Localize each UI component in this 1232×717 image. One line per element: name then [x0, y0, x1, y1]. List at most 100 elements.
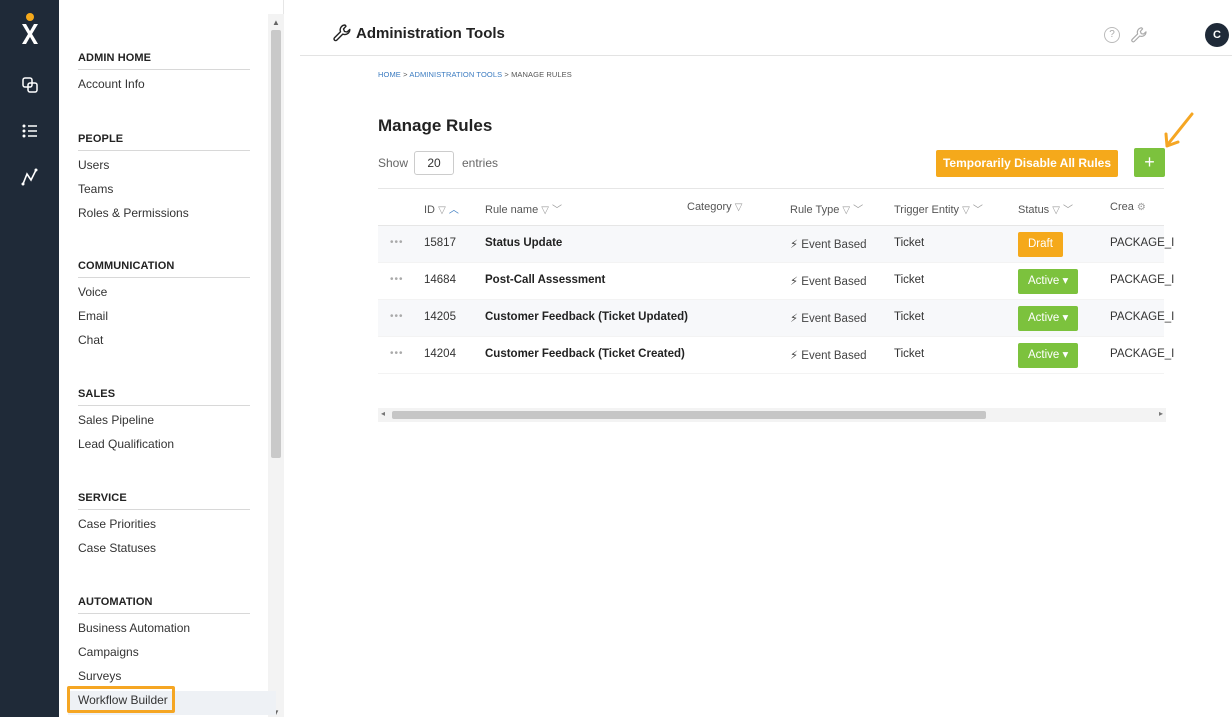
breadcrumb: HOME > ADMINISTRATION TOOLS > MANAGE RUL… [378, 70, 572, 79]
cell-rule-name[interactable]: Customer Feedback (Ticket Updated) [485, 311, 688, 323]
filter-icon[interactable]: ▽ [842, 205, 850, 216]
cell-rule-name[interactable]: Post-Call Assessment [485, 274, 605, 286]
column-label: Category [687, 201, 732, 213]
table-row[interactable]: ••• 14204 Customer Feedback (Ticket Crea… [378, 337, 1174, 374]
annotation-arrow-icon [1164, 112, 1194, 148]
section-header: PEOPLE [78, 131, 250, 151]
scroll-right-icon[interactable]: ▸ [1159, 409, 1163, 418]
cell-id: 14684 [424, 274, 456, 286]
sidebar-item-sales-pipeline[interactable]: Sales Pipeline [78, 411, 250, 435]
sidebar-scroll-thumb[interactable] [271, 30, 281, 458]
row-actions-icon[interactable]: ••• [390, 237, 404, 248]
column-header-rule-type[interactable]: Rule Type ▽ ﹀ [790, 201, 863, 216]
status-dropdown-active[interactable]: Active ▾ [1018, 306, 1079, 331]
scroll-left-icon[interactable]: ◂ [381, 409, 385, 418]
filter-icon[interactable]: ▽ [962, 205, 970, 216]
add-rule-button[interactable]: + [1134, 148, 1165, 177]
status-dropdown-active[interactable]: Active ▾ [1018, 269, 1079, 294]
status-badge-draft[interactable]: Draft [1018, 232, 1063, 257]
lightning-icon: ⚡︎ [790, 350, 799, 362]
column-header-category[interactable]: Category ▽ [687, 201, 742, 213]
sort-icon[interactable]: ﹀ [1063, 205, 1073, 216]
scroll-up-icon[interactable]: ▲ [272, 18, 280, 27]
sort-icon[interactable]: ﹀ [973, 205, 983, 216]
sidebar-item-voice[interactable]: Voice [78, 283, 250, 307]
sidebar-item-case-priorities[interactable]: Case Priorities [78, 515, 250, 539]
cell-id: 15817 [424, 237, 456, 249]
cell-rule-type: ⚡︎ Event Based [790, 311, 867, 325]
status-label: Active [1028, 349, 1060, 361]
help-icon[interactable]: ? [1104, 27, 1120, 43]
sidebar-item-users[interactable]: Users [78, 156, 250, 180]
table-scroll-thumb[interactable] [392, 411, 986, 419]
copy-icon[interactable] [21, 76, 39, 94]
logo-icon[interactable] [17, 12, 43, 46]
table-row[interactable]: ••• 14205 Customer Feedback (Ticket Upda… [378, 300, 1174, 337]
column-label: Rule name [485, 204, 539, 216]
row-actions-icon[interactable]: ••• [390, 311, 404, 322]
admin-tools-icon[interactable] [1130, 26, 1148, 44]
sort-icon[interactable]: ﹀ [552, 205, 562, 216]
breadcrumb-separator: > [502, 70, 512, 79]
breadcrumb-admin-tools[interactable]: ADMINISTRATION TOOLS [409, 70, 502, 79]
top-bar: Administration Tools ? C [300, 14, 1232, 56]
entries-select[interactable]: 20 [414, 151, 454, 175]
column-header-id[interactable]: ID ▽ ︿ [424, 201, 459, 216]
section-header: SERVICE [78, 490, 250, 510]
avatar[interactable]: C [1205, 23, 1229, 47]
table-body: ••• 15817 Status Update ⚡︎ Event Based T… [378, 226, 1174, 374]
table-row[interactable]: ••• 15817 Status Update ⚡︎ Event Based T… [378, 226, 1174, 263]
wrench-icon [333, 24, 351, 42]
sidebar-item-email[interactable]: Email [78, 307, 250, 331]
page-title: Manage Rules [378, 116, 493, 135]
column-label: ID [424, 204, 435, 216]
rule-type-label: Event Based [801, 276, 867, 288]
analytics-icon[interactable] [21, 168, 39, 186]
cell-rule-type: ⚡︎ Event Based [790, 348, 867, 362]
sidebar-item-lead-qualification[interactable]: Lead Qualification [78, 435, 250, 459]
sidebar-item-campaigns[interactable]: Campaigns [78, 643, 250, 667]
column-header-created[interactable]: Crea ⚙ [1110, 201, 1146, 213]
section-header: SALES [78, 386, 250, 406]
cell-rule-name[interactable]: Status Update [485, 237, 562, 249]
cell-rule-type: ⚡︎ Event Based [790, 274, 867, 288]
status-dropdown-active[interactable]: Active ▾ [1018, 343, 1079, 368]
sidebar-item-business-automation[interactable]: Business Automation [78, 619, 250, 643]
sidebar-section-communication: COMMUNICATION Voice Email Chat [78, 258, 250, 355]
cell-created: PACKAGE_I [1110, 274, 1175, 286]
sort-icon[interactable]: ﹀ [853, 205, 863, 216]
filter-icon[interactable]: ▽ [541, 205, 549, 216]
list-icon[interactable] [21, 122, 39, 140]
sort-asc-icon[interactable]: ︿ [449, 205, 459, 216]
column-header-status[interactable]: Status ▽ ﹀ [1018, 201, 1073, 216]
page-header-title: Administration Tools [356, 25, 505, 42]
rule-type-label: Event Based [801, 313, 867, 325]
column-label: Crea [1110, 201, 1134, 213]
sidebar-section-admin-home: ADMIN HOME Account Info [78, 50, 250, 99]
status-label: Active [1028, 275, 1060, 287]
column-label: Trigger Entity [894, 204, 960, 216]
breadcrumb-home[interactable]: HOME [378, 70, 401, 79]
filter-icon[interactable]: ▽ [1052, 205, 1060, 216]
sidebar-item-case-statuses[interactable]: Case Statuses [78, 539, 250, 563]
column-header-rule-name[interactable]: Rule name ▽ ﹀ [485, 201, 562, 216]
row-actions-icon[interactable]: ••• [390, 274, 404, 285]
settings-gear-icon[interactable]: ⚙ [1137, 202, 1146, 213]
workflow-builder-highlight [67, 686, 175, 713]
row-actions-icon[interactable]: ••• [390, 348, 404, 359]
table-row[interactable]: ••• 14684 Post-Call Assessment ⚡︎ Event … [378, 263, 1174, 300]
sidebar-item-teams[interactable]: Teams [78, 180, 250, 204]
filter-icon[interactable]: ▽ [735, 202, 743, 213]
breadcrumb-current: MANAGE RULES [511, 70, 572, 79]
cell-rule-name[interactable]: Customer Feedback (Ticket Created) [485, 348, 685, 360]
filter-icon[interactable]: ▽ [438, 205, 446, 216]
cell-trigger-entity: Ticket [894, 348, 925, 360]
status-label: Active [1028, 312, 1060, 324]
icon-rail [0, 0, 59, 717]
column-header-trigger-entity[interactable]: Trigger Entity ▽ ﹀ [894, 201, 983, 216]
sidebar-item-roles-permissions[interactable]: Roles & Permissions [78, 204, 250, 228]
disable-all-rules-button[interactable]: Temporarily Disable All Rules [936, 150, 1118, 177]
sidebar-item-chat[interactable]: Chat [78, 331, 250, 355]
table-horizontal-scrollbar[interactable]: ◂ ▸ [378, 408, 1166, 422]
sidebar-item-account-info[interactable]: Account Info [78, 75, 250, 99]
